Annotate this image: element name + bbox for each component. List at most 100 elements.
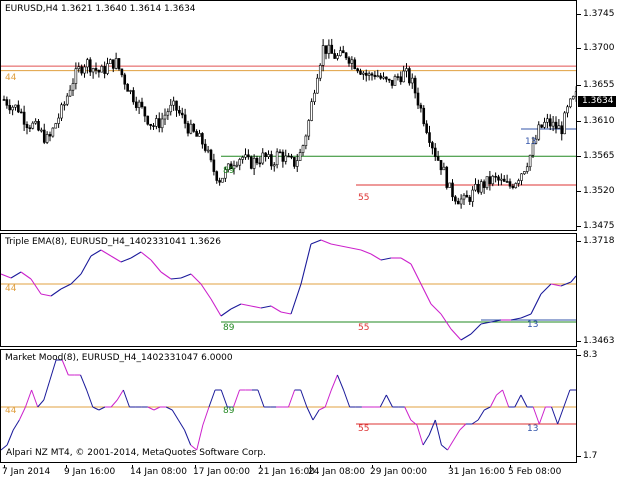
candle-body [525,166,529,172]
candle-body [180,112,184,116]
candle-body [97,69,101,73]
candle-body [436,156,440,161]
market-mood-canvas[interactable] [1,350,577,463]
candle-body [172,100,175,106]
candle-body [523,171,526,175]
candle-body [48,134,52,137]
candle-body [40,129,43,132]
time-label: 7 Jan 2014 [2,467,51,477]
candle-body [390,79,394,86]
price-axis[interactable]: 1.3745 1.3700 1.3655 1.3610 1.3565 1.352… [577,0,640,465]
price-chart-canvas[interactable] [1,1,577,231]
tema-segment [240,303,252,307]
tema-axis-label: 1.3718 [583,236,615,246]
candle-body [376,75,380,78]
tema-segment [430,303,442,315]
candle-body [479,181,483,193]
candle-body [540,124,543,128]
candle-body [281,151,285,162]
mood-segment [6,429,14,446]
mood-segment [43,379,51,401]
candle-body [502,178,506,182]
candle-body [537,124,541,140]
mood-segment [379,394,387,408]
candle-body [77,66,81,70]
candle-body [68,89,72,97]
mood-segment [196,424,204,451]
time-axis[interactable]: 7 Jan 2014 9 Jan 16:00 14 Jan 08:00 17 J… [0,465,640,480]
candle-body [134,101,138,108]
tema-segment [200,283,212,300]
candle-body [416,92,420,106]
tema-segment [340,245,352,249]
tema-segment [60,283,72,290]
triple-ema-pane[interactable]: Triple EMA(8), EURUSD_H4_1402331041 1.36… [0,233,577,347]
candle-body [356,68,359,72]
mood-segment [110,399,118,408]
tema-segment [40,293,52,297]
price-label: 1.3745 [583,9,615,19]
tema-segment [310,239,322,245]
candle-body [560,125,564,135]
mood-segment [306,406,314,421]
tema-segment [180,273,192,279]
tema-segment [70,273,82,285]
candle-body [255,157,259,164]
candle-body [31,122,35,129]
candle-body [494,175,497,178]
mood-segment [288,389,296,408]
candle-body [63,103,66,106]
mood-axis-label: 8.3 [583,350,598,360]
candle-body [192,123,196,132]
tema-segment [30,278,42,295]
price-chart-title: EURUSD,H4 1.3621 1.3640 1.3614 1.3634 [5,4,196,14]
candle-body [74,68,78,84]
tema-segment [50,288,62,297]
tema-level-13: 13 [527,320,539,330]
mood-level-44: 44 [5,406,17,416]
tema-segment [170,277,182,280]
triple-ema-canvas[interactable] [1,234,577,347]
tema-segment [260,305,272,309]
candle-body [514,183,518,188]
candle-body [83,66,86,74]
candle-body [22,111,26,125]
market-mood-pane[interactable]: Market Mood(8), EURUSD_H4_1402331047 6.0… [0,349,577,463]
candle-body [11,106,14,111]
mood-segment [385,394,393,408]
candle-body [247,154,250,158]
mood-level-55: 55 [358,424,370,434]
price-chart-pane[interactable]: EURUSD,H4 1.3621 1.3640 1.3614 1.3634 44… [0,0,577,231]
time-label: 24 Jan 08:00 [308,467,365,477]
candle-body [157,118,161,129]
tema-segment [350,247,362,251]
candle-body [5,99,9,106]
mood-segment [37,399,45,408]
mood-level-89: 89 [223,406,235,416]
tema-segment [140,251,152,261]
candle-body [482,181,486,188]
mood-segment [496,389,503,396]
candle-body [203,143,207,151]
candle-body [330,44,334,54]
tema-segment [90,249,102,257]
candle-body [103,66,106,74]
candle-body [439,160,443,171]
price-label: 1.3610 [583,116,615,126]
mood-segment [502,389,510,408]
candle-body [143,106,147,117]
candle-body [94,68,98,71]
candle-body [212,159,216,172]
candle-body [198,133,201,137]
mood-segment [563,389,571,408]
candle-body [399,76,403,83]
tema-segment [370,253,382,261]
mood-segment [557,406,565,425]
candle-body [387,78,391,81]
candle-body [238,159,242,166]
candle-body [520,173,523,181]
candle-body [396,76,400,78]
candle-body [477,183,480,193]
candle-body [206,149,210,152]
time-label: 29 Jan 00:00 [370,467,427,477]
